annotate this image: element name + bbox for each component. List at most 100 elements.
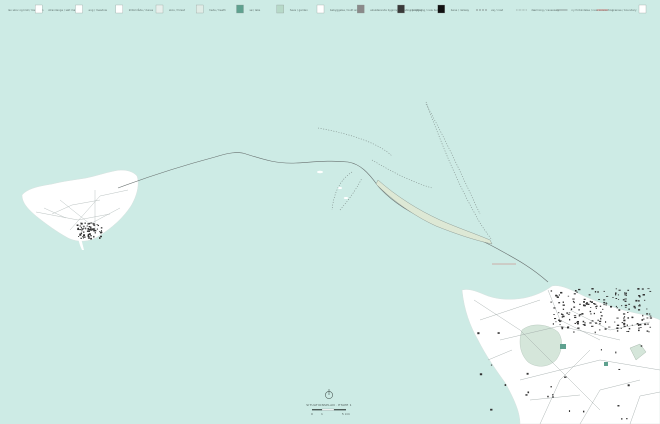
- tree-box-icon: [196, 4, 204, 14]
- building: [560, 326, 564, 328]
- building: [615, 288, 618, 290]
- building: [587, 303, 590, 306]
- building: [101, 231, 103, 233]
- building: [631, 324, 633, 326]
- building: [615, 305, 617, 307]
- building: [82, 225, 85, 227]
- green-plot-2: [604, 362, 608, 366]
- building: [93, 235, 95, 238]
- building: [79, 233, 82, 236]
- building: [77, 227, 79, 230]
- building: [583, 301, 585, 303]
- building: [94, 232, 96, 234]
- building: [638, 305, 641, 307]
- building: [573, 293, 576, 295]
- building: [577, 327, 580, 329]
- building: [633, 305, 636, 308]
- building: [93, 229, 96, 232]
- legend-label-4: skov / forest: [169, 8, 185, 12]
- boundary-box-icon: [638, 4, 647, 14]
- building: [88, 226, 91, 228]
- building: [640, 345, 643, 347]
- building: [599, 305, 602, 307]
- building: [608, 326, 611, 328]
- building: [588, 294, 591, 296]
- building: [582, 320, 585, 323]
- building: [646, 308, 648, 310]
- building: [581, 313, 584, 315]
- building: [526, 372, 529, 375]
- mainland-park: [519, 324, 562, 367]
- building: [560, 313, 563, 315]
- building: [582, 410, 585, 413]
- building: [550, 301, 552, 303]
- building: [78, 236, 80, 237]
- building: [569, 318, 571, 321]
- building: [100, 230, 102, 232]
- building: [572, 331, 575, 333]
- building: [643, 299, 646, 301]
- building: [649, 317, 653, 319]
- building: [561, 327, 564, 330]
- building: [490, 408, 493, 411]
- building: [504, 384, 507, 386]
- building: [599, 323, 601, 325]
- building: [642, 294, 645, 296]
- building: [477, 332, 480, 335]
- building: [590, 307, 592, 308]
- building: [555, 294, 557, 297]
- building: [595, 307, 597, 309]
- building: [616, 317, 619, 319]
- building: [591, 320, 594, 322]
- building: [603, 299, 606, 301]
- building: [566, 312, 569, 314]
- building: [89, 226, 92, 228]
- building: [649, 290, 652, 292]
- building: [570, 308, 573, 311]
- building: [625, 292, 627, 294]
- building: [87, 230, 90, 232]
- building: [628, 308, 630, 310]
- building: [552, 394, 554, 396]
- building: [624, 306, 627, 308]
- building: [550, 386, 552, 388]
- black-box-icon: [437, 4, 445, 14]
- building: [572, 298, 575, 300]
- building: [624, 298, 627, 300]
- building: [622, 313, 626, 315]
- building: [564, 376, 567, 378]
- building: [92, 228, 95, 230]
- building: [89, 229, 92, 231]
- building: [641, 319, 644, 321]
- building: [627, 384, 630, 387]
- building: [615, 294, 617, 296]
- building: [638, 295, 641, 297]
- legend-label-15: grænse / boundary: [612, 8, 637, 12]
- building: [89, 235, 92, 237]
- building: [590, 313, 592, 315]
- building: [525, 394, 528, 396]
- building: [605, 295, 609, 297]
- building: [637, 309, 641, 311]
- building: [83, 236, 86, 238]
- building: [647, 323, 649, 325]
- building: [637, 300, 640, 302]
- dotted-box-icon: [35, 4, 43, 14]
- building: [647, 288, 650, 290]
- building: [82, 236, 84, 238]
- building: [600, 349, 602, 351]
- building: [604, 328, 607, 330]
- legend-label-1: strandenge / salt marsh: [48, 8, 79, 12]
- building: [85, 227, 87, 230]
- building: [595, 306, 597, 308]
- building: [624, 294, 627, 296]
- building: [594, 322, 598, 324]
- building: [589, 322, 592, 324]
- building: [638, 327, 640, 330]
- building: [586, 302, 589, 304]
- legend-label-8: bebyggelse / built area: [330, 8, 360, 12]
- building: [641, 288, 644, 290]
- building: [649, 326, 652, 328]
- legend-label-12: vej / road: [491, 8, 504, 12]
- building: [624, 292, 626, 294]
